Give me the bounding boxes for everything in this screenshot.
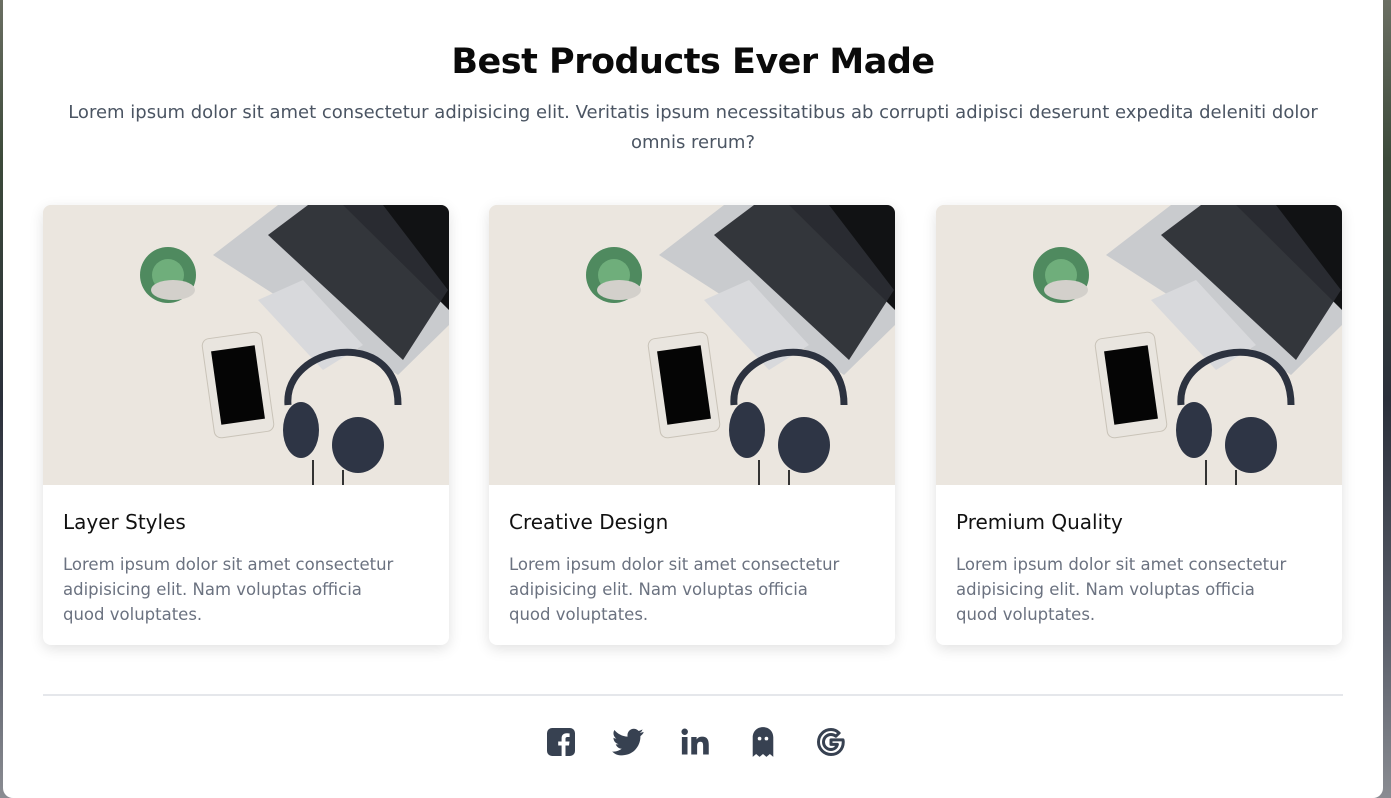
card-description: Lorem ipsum dolor sit amet consectetur a… [63,555,394,624]
card-title: Layer Styles [63,510,186,534]
product-image [489,205,895,485]
product-image [936,205,1342,485]
card-title: Creative Design [509,510,669,534]
product-image [43,205,449,485]
product-card[interactable]: Premium Quality Lorem ipsum dolor sit am… [936,205,1342,645]
section-subtitle: Lorem ipsum dolor sit amet consectetur a… [68,102,1318,153]
card-description: Lorem ipsum dolor sit amet consectetur a… [509,555,840,624]
linkedin-icon[interactable] [677,724,713,760]
card-title: Premium Quality [956,510,1123,534]
section-title: Best Products Ever Made [451,42,935,82]
snapchat-icon[interactable] [745,724,781,760]
facebook-icon[interactable] [543,724,579,760]
google-icon[interactable] [813,724,849,760]
divider [43,694,1343,696]
products-modal: Best Products Ever Made Lorem ipsum dolo… [3,0,1383,798]
product-card[interactable]: Creative Design Lorem ipsum dolor sit am… [489,205,895,645]
card-description: Lorem ipsum dolor sit amet consectetur a… [956,555,1287,624]
twitter-icon[interactable] [610,724,646,760]
social-links [543,724,853,760]
product-card[interactable]: Layer Styles Lorem ipsum dolor sit amet … [43,205,449,645]
